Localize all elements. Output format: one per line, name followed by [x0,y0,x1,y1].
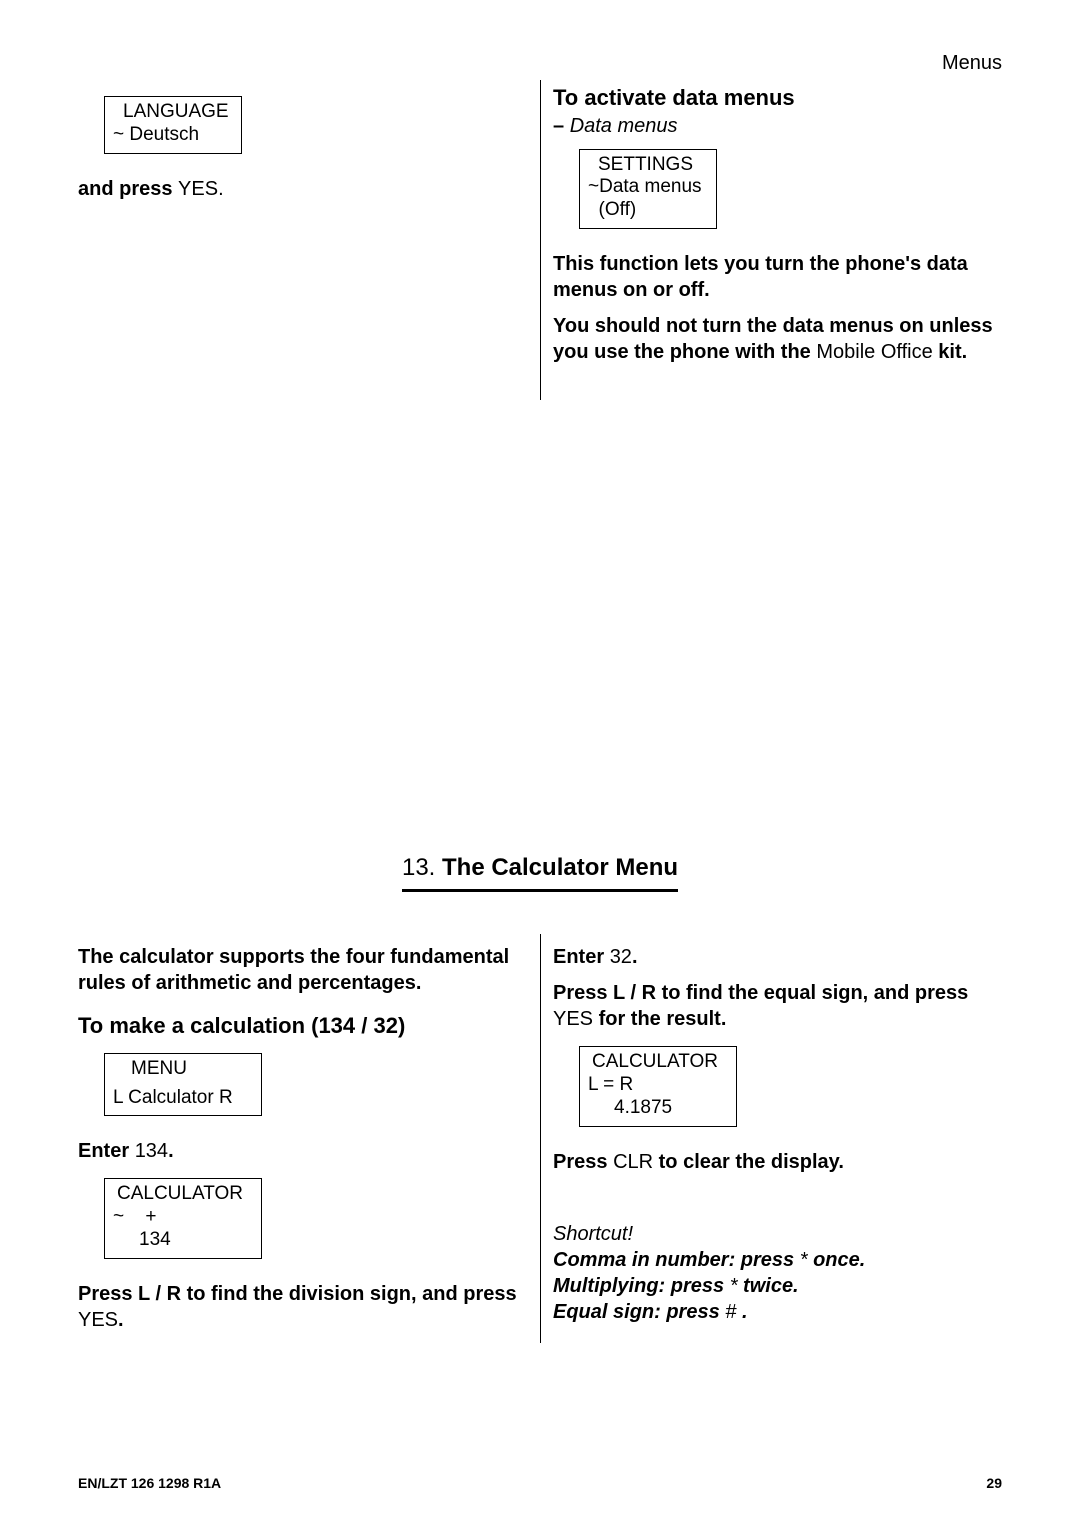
shortcut-label: Shortcut! [553,1221,1002,1247]
clear-b: to clear the display. [653,1151,844,1173]
calc2-r: R [620,1074,634,1095]
calc2-mid: = [603,1074,614,1095]
shortcut-1: Comma in number: press * once. [553,1247,1002,1273]
s3a: Equal sign: press [553,1301,725,1323]
and-press-line: and press YES. [78,176,522,202]
enter-32-suffix: . [632,946,638,968]
clear-line: Press CLR to clear the display. [553,1149,1002,1175]
calculator-box-2: CALCULATOR L = R 4.1875 [579,1046,737,1126]
page-footer: EN/LZT 126 1298 R1A 29 [78,1474,1002,1492]
enter-134-suffix: . [168,1140,174,1162]
calc1-tilde: ~ [113,1206,124,1227]
s2a: Multiplying: press [553,1275,730,1297]
section-13-title: 13. The Calculator Menu [402,852,678,892]
s1b: * [800,1249,808,1271]
calc1-line3: 134 [113,1229,253,1252]
menu-box-l: L [113,1087,123,1108]
enter-32-line: Enter 32. [553,944,1002,970]
data-menus-p2: You should not turn the data menus on un… [553,313,1002,365]
calc2-l: L [588,1074,598,1095]
calc-intro: The calculator supports the four fundame… [78,944,522,996]
header-section-label: Menus [942,50,1002,76]
s2c: twice. [737,1275,798,1297]
settings-box-line2: ~Data menus [588,176,708,199]
division-key: YES [78,1309,118,1331]
make-calculation-heading: To make a calculation (134 / 32) [78,1012,522,1041]
enter-32-val: 32 [610,946,632,968]
menu-box-r: R [219,1087,233,1108]
shortcut-3: Equal sign: press # . [553,1299,1002,1325]
calc2-line3: 4.1875 [588,1097,728,1120]
and-press-key: YES [178,178,218,200]
menu-box-mid: Calculator [128,1087,214,1108]
sub-dash: – [553,115,570,137]
calc-columns: The calculator supports the four fundame… [78,934,1002,1343]
settings-display-box: SETTINGS ~Data menus (Off) [579,149,717,229]
enter-134-prefix: Enter [78,1140,135,1162]
enter-32-prefix: Enter [553,946,610,968]
top-columns: LANGUAGE ~ Deutsch and press YES. To act… [78,80,1002,400]
enter-134-line: Enter 134. [78,1138,522,1164]
s1a: Comma in number: press [553,1249,800,1271]
calc-right-column: Enter 32. Press L / R to find the equal … [540,934,1002,1343]
p2-b: Mobile Office [816,341,932,363]
calc1-title: CALCULATOR [113,1183,253,1206]
top-left-column: LANGUAGE ~ Deutsch and press YES. [78,80,540,400]
menu-box-row: L Calculator R [113,1081,253,1110]
p2-c: kit. [933,341,967,363]
equal-key: YES [553,1008,593,1030]
s3c: . [736,1301,747,1323]
calc-left-column: The calculator supports the four fundame… [78,934,540,1343]
s3b: # [725,1301,736,1323]
calc2-row: L = R [588,1074,728,1097]
clear-key: CLR [613,1151,653,1173]
calc1-line2: ~ + [113,1206,253,1229]
footer-page-number: 29 [986,1474,1002,1492]
and-press-prefix: and press [78,178,178,200]
division-line: Press L / R to find the division sign, a… [78,1281,522,1333]
shortcut-2: Multiplying: press * twice. [553,1273,1002,1299]
language-box-line2: ~ Deutsch [113,124,233,147]
data-menus-subheading: – Data menus [553,113,1002,139]
equal-a: Press L / R to find the equal sign, and … [553,982,968,1004]
equal-b: for the result. [593,1008,726,1030]
calc1-plus: + [129,1206,156,1227]
language-box-title: LANGUAGE [113,101,233,124]
calc2-title: CALCULATOR [588,1051,728,1074]
data-menus-p1: This function lets you turn the phone's … [553,251,1002,303]
s1c: once. [808,1249,866,1271]
page: Menus LANGUAGE ~ Deutsch and press YES. … [0,0,1080,1528]
menu-display-box: MENU L Calculator R [104,1053,262,1117]
section-13-name: The Calculator Menu [442,854,678,881]
top-right-column: To activate data menus – Data menus SETT… [540,80,1002,400]
enter-134-val: 134 [135,1140,168,1162]
and-press-suffix: . [218,178,224,200]
sub-text: Data menus [570,115,678,137]
footer-doc-id: EN/LZT 126 1298 R1A [78,1474,221,1492]
settings-box-title: SETTINGS [588,154,708,177]
menu-box-title: MENU [113,1058,253,1081]
activate-data-menus-heading: To activate data menus [553,84,1002,113]
settings-box-line3: (Off) [588,199,708,222]
section-13-title-wrap: 13. The Calculator Menu [78,852,1002,892]
calculator-box-1: CALCULATOR ~ + 134 [104,1178,262,1258]
equal-line: Press L / R to find the equal sign, and … [553,980,1002,1032]
section-13-number: 13. [402,854,442,881]
division-a: Press L / R to find the division sign, a… [78,1283,517,1305]
division-b: . [118,1309,124,1331]
clear-a: Press [553,1151,613,1173]
language-display-box: LANGUAGE ~ Deutsch [104,96,242,154]
